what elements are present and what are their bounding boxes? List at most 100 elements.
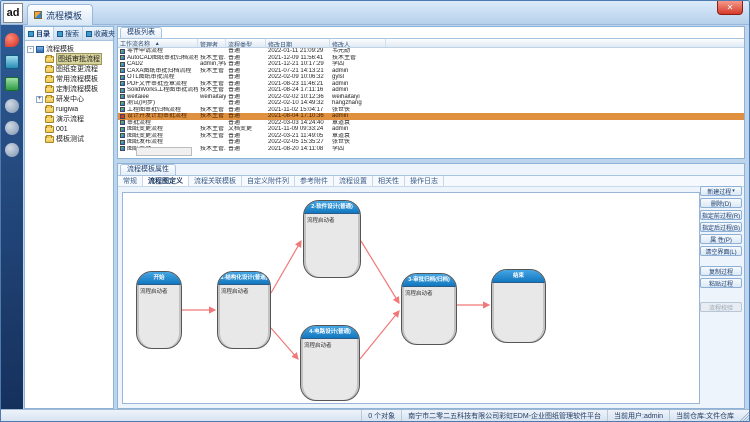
flow-action-buttons: 新建过程 ▾ 删除(D) 指定前过程(R) 指定后过程(B) (700, 184, 742, 312)
tree-item[interactable]: 常用流程模板 (36, 74, 113, 84)
tree-item[interactable]: 图纸审批流程 (36, 54, 113, 64)
column-header-name[interactable]: 工作流名称 ▴ (118, 39, 198, 47)
tree-item[interactable]: 图纸变更流程 (36, 64, 113, 74)
action-button-label: 流程校验 (709, 303, 733, 312)
cell-manager: 技术主管... (198, 146, 226, 153)
tree-item[interactable]: + 研发中心 (36, 94, 113, 104)
tree-item-label: 定制流程模板 (56, 84, 98, 94)
close-button[interactable]: ✕ (717, 1, 743, 15)
expander-icon[interactable]: - (27, 46, 34, 53)
nav-tab-label: 收藏夹 (94, 29, 115, 39)
action-button[interactable]: 指定前过程(R) (700, 210, 742, 220)
pager-control[interactable] (136, 147, 192, 156)
column-header-date[interactable]: 修改日期 (266, 39, 330, 47)
nav-tab[interactable]: 目录 (25, 27, 54, 40)
flow-canvas[interactable]: 开始 流程启动者 1-结构化设计(普通) 流程启动者 2-软件设计(普通) 流程… (122, 192, 700, 404)
users-icon[interactable] (5, 99, 19, 113)
chat-icon[interactable] (5, 33, 19, 47)
nav-tab-icon (57, 31, 63, 37)
tree-item[interactable]: 模板测试 (36, 134, 113, 144)
window-title-tab[interactable]: 流程模板 (27, 4, 93, 25)
flow-node-structure-design[interactable]: 1-结构化设计(普通) 流程启动者 (217, 271, 271, 349)
subtab[interactable]: 操作日志 (405, 176, 444, 186)
table-row[interactable]: 图纸审批 技术主管... 普通 2021-08-20 14:11:08 李四 (118, 146, 744, 153)
subtab[interactable]: 流程设置 (334, 176, 373, 186)
node-title: 2-软件设计(普通) (304, 201, 360, 214)
workflow-icon (120, 49, 125, 54)
resize-grip[interactable] (740, 411, 750, 421)
gear-icon[interactable] (5, 143, 19, 157)
column-header-type[interactable]: 流程类型 (226, 39, 266, 47)
monitor-icon[interactable] (5, 55, 19, 69)
column-header-modifier[interactable]: 修改人 (330, 39, 386, 47)
workflow-icon (120, 140, 125, 145)
node-title: 开始 (137, 272, 181, 285)
object-count: 0 个对象 (361, 410, 401, 421)
arrow-1-to-4 (271, 328, 298, 359)
nav-tab-icon (86, 31, 92, 37)
nav-tab[interactable]: 收藏夹 (83, 27, 119, 40)
flow-node-start[interactable]: 开始 流程启动者 (136, 271, 182, 349)
workflow-icon (120, 114, 125, 119)
node-assignee: 流程启动者 (218, 285, 270, 297)
action-button[interactable]: 粘贴过程 (700, 278, 742, 288)
title-bar: ad 流程模板 ✕ (1, 1, 750, 25)
action-button[interactable]: 属 性(P) (700, 234, 742, 244)
column-header-manager[interactable]: 管理者 (198, 39, 226, 47)
flow-node-circuit-design[interactable]: 4-电路设计(普通) 流程启动者 (300, 325, 360, 401)
nav-tab-label: 搜索 (65, 29, 79, 39)
expander-icon[interactable]: + (36, 96, 43, 103)
template-table: 工作流名称 ▴ 管理者 流程类型 修改日期 修改人 零件申请流程 普通 2022… (118, 38, 744, 158)
tree-item-label: ruigiwa (56, 106, 78, 113)
workflow-icon (120, 55, 125, 60)
action-button-label: 复制过程 (709, 267, 733, 276)
workflow-icon (120, 146, 125, 151)
node-title: 1-结构化设计(普通) (218, 272, 270, 285)
flow-node-approve-archive[interactable]: 3-审批归档(归档) 流程启动者 (401, 273, 457, 345)
properties-panel: 流程模板属性 常规 流程图定义 流程关联模板 自定义附件列 参考附件 流程设置 … (117, 163, 745, 409)
action-button[interactable]: 删除(D) (700, 198, 742, 208)
action-button-label: 新建过程 (707, 187, 731, 196)
workflow-icon (120, 81, 125, 86)
flow-node-end[interactable]: 结束 (491, 269, 546, 343)
subtab[interactable]: 常规 (118, 176, 143, 186)
workflow-icon (120, 127, 125, 132)
folder-icon (45, 136, 54, 143)
folder-tree: - 流程模板 图纸审批流程 图纸变更流程 (25, 41, 113, 408)
action-button-label: 清空界面(L) (705, 247, 736, 256)
chart-icon[interactable] (5, 77, 19, 91)
cell-modifier: 李四 (330, 146, 386, 153)
action-button[interactable]: 复制过程 (700, 266, 742, 276)
tree-item[interactable]: 演示流程 (36, 114, 113, 124)
template-list-tab[interactable]: 模板列表 (120, 27, 162, 38)
tree-item[interactable]: 定制流程模板 (36, 84, 113, 94)
workflow-icon (120, 133, 125, 138)
flow-node-software-design[interactable]: 2-软件设计(普通) 流程启动者 (303, 200, 361, 278)
current-user: 当前用户:admin (607, 410, 669, 421)
properties-subtabs: 常规 流程图定义 流程关联模板 自定义附件列 参考附件 流程设置 相关性 操作日… (118, 175, 744, 187)
subtab[interactable]: 相关性 (373, 176, 405, 186)
arrow-4-to-3 (360, 311, 399, 359)
tree-item[interactable]: ruigiwa (36, 104, 113, 114)
arrow-1-to-2 (271, 241, 301, 293)
template-list-panel: 模板列表 工作流名称 ▴ 管理者 流程类型 修改日期 修改人 零件申请流程 普通 (117, 26, 745, 159)
workflow-icon (120, 75, 125, 80)
node-assignee: 流程启动者 (137, 285, 181, 297)
subtab[interactable]: 流程图定义 (143, 176, 189, 186)
action-button-label: 删除(D) (711, 199, 731, 208)
clock-icon[interactable] (5, 121, 19, 135)
page-title: 流程模板 (46, 9, 82, 22)
nav-tab[interactable]: 搜索 (54, 27, 83, 40)
cell-type: 普通 (226, 146, 266, 153)
properties-tab[interactable]: 流程模板属性 (120, 164, 176, 175)
subtab[interactable]: 参考附件 (295, 176, 334, 186)
subtab[interactable]: 流程关联模板 (189, 176, 242, 186)
action-button[interactable]: 指定后过程(B) (700, 222, 742, 232)
action-button[interactable]: 流程校验 (700, 302, 742, 312)
subtab[interactable]: 自定义附件列 (242, 176, 295, 186)
tree-item[interactable]: 001 (36, 124, 113, 134)
action-button[interactable]: 清空界面(L) (700, 246, 742, 256)
action-button[interactable]: 新建过程 ▾ (700, 186, 742, 196)
workflow-icon (120, 62, 125, 67)
table-header: 工作流名称 ▴ 管理者 流程类型 修改日期 修改人 (118, 39, 744, 48)
